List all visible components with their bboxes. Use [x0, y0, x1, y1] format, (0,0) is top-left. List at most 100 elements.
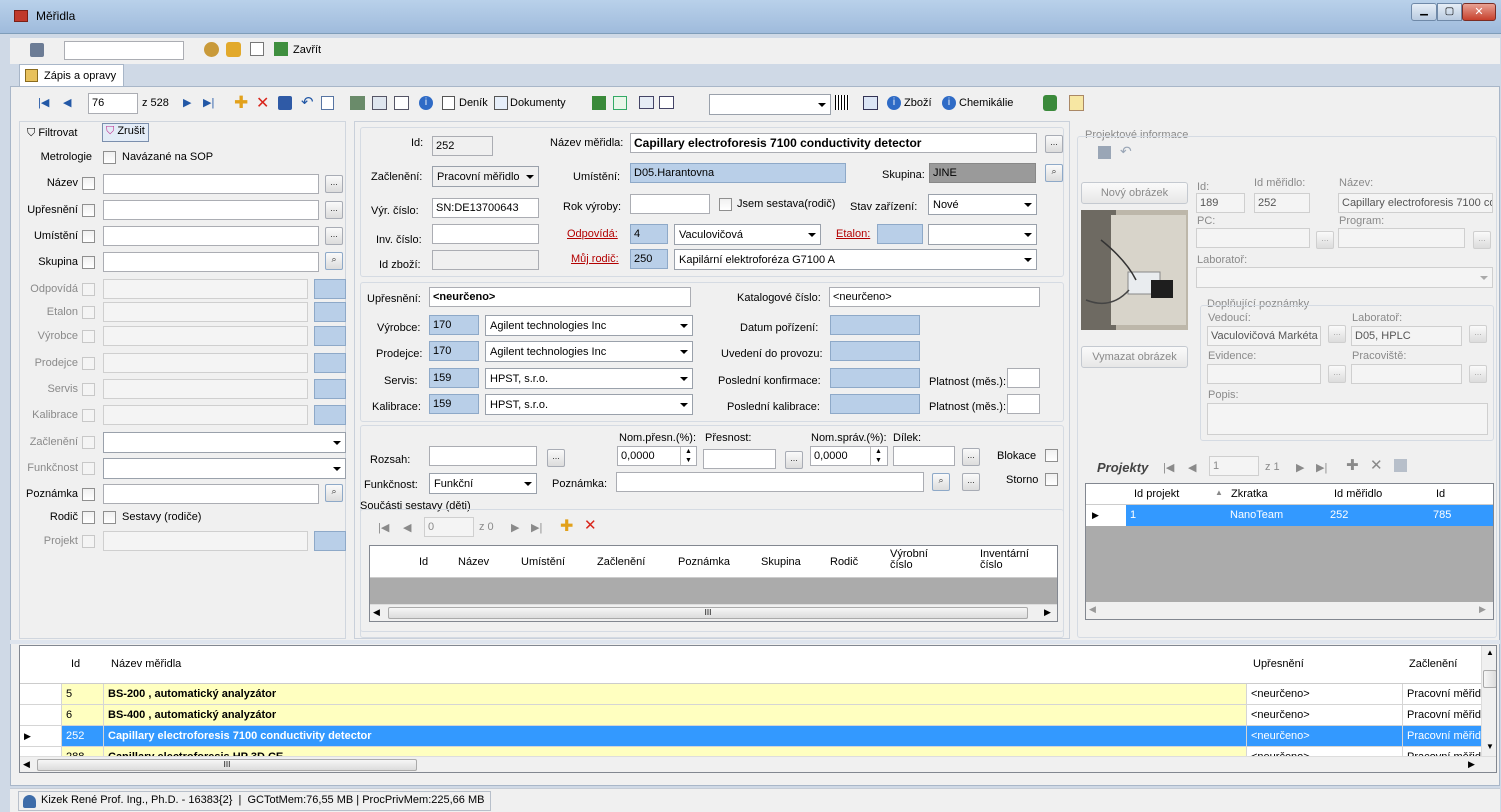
report-icon[interactable]: [1069, 95, 1084, 111]
documents-button[interactable]: Dokumenty: [510, 97, 566, 109]
toolbar-combo[interactable]: [709, 94, 831, 115]
funkcnost-select[interactable]: Funkční: [429, 473, 537, 494]
platnost1-input[interactable]: [1007, 368, 1040, 388]
window-icon[interactable]: [639, 96, 654, 109]
chart-icon[interactable]: [592, 96, 606, 110]
filter-sestavy-checkbox[interactable]: [103, 511, 116, 524]
filter-rodic-checkbox[interactable]: [82, 511, 95, 524]
soucasti-hscroll[interactable]: ◀ III ▶: [370, 604, 1057, 621]
cancel-filter-button[interactable]: ⛉ Zrušit: [102, 123, 149, 142]
soucasti-col-zacleneni[interactable]: Začlenění: [597, 556, 645, 568]
soucasti-scroll-thumb[interactable]: III: [388, 607, 1028, 619]
filter-kalibrace-input[interactable]: [103, 405, 308, 425]
users-icon[interactable]: [226, 42, 241, 57]
grid-view-icon[interactable]: [350, 96, 365, 110]
filter-etalon-pick[interactable]: [314, 302, 346, 322]
soucasti-next-icon[interactable]: ▶: [511, 521, 519, 534]
proj-laborator-select[interactable]: [1196, 267, 1493, 288]
filter-skupina-select-button[interactable]: ⌕: [325, 252, 343, 270]
filter-servis-input[interactable]: [103, 379, 308, 399]
filter-vyrobce-pick[interactable]: [314, 326, 346, 346]
filter-poznamka-select-button[interactable]: ⌕: [325, 484, 343, 502]
projekty-col-id[interactable]: Id: [1436, 488, 1445, 500]
projekty-position-input[interactable]: 1: [1209, 456, 1259, 476]
uvedeni-field[interactable]: [830, 341, 920, 361]
vyrobce-select[interactable]: Agilent technologies Inc: [485, 315, 693, 336]
refresh-icon[interactable]: [250, 42, 264, 56]
main-hscroll-thumb[interactable]: III: [37, 759, 417, 771]
rodic-select[interactable]: Kapilární elektroforéza G7100 A: [674, 249, 1037, 270]
delete-icon[interactable]: ✕: [256, 93, 269, 113]
dilek-input[interactable]: [893, 446, 955, 466]
tab-zapis[interactable]: Zápis a opravy: [19, 64, 124, 86]
poznamka-select-button[interactable]: ⌕: [932, 473, 950, 491]
filter-nazev-checkbox[interactable]: [82, 177, 95, 190]
odpovida-link[interactable]: Odpovídá:: [567, 228, 618, 240]
toolbar-search-input[interactable]: [64, 41, 184, 60]
filter-projekt-input[interactable]: [103, 531, 308, 551]
main-scroll-left-icon[interactable]: ◀: [23, 759, 30, 770]
main-scroll-up-icon[interactable]: ▲: [1486, 648, 1494, 657]
main-scroll-thumb[interactable]: [1483, 670, 1496, 688]
proj-pracoviste-browse-button[interactable]: ...: [1469, 365, 1487, 383]
soucasti-col-poznamka[interactable]: Poznámka: [678, 556, 730, 568]
nompresn-spin-icon[interactable]: ▲ ▼: [680, 447, 696, 465]
projekty-last-icon[interactable]: ▶|: [1316, 461, 1327, 474]
filter-odpovida-pick[interactable]: [314, 279, 346, 299]
main-scroll-right-icon[interactable]: ▶: [1468, 759, 1475, 770]
filter-vyrobce-input[interactable]: [103, 326, 308, 346]
minimize-button[interactable]: ▁: [1411, 3, 1437, 21]
proj-evidence-browse-button[interactable]: ...: [1328, 365, 1346, 383]
soucasti-col-invcislo[interactable]: Inventární číslo: [980, 549, 1040, 571]
filter-funkcnost-checkbox[interactable]: [82, 462, 95, 475]
odpovida-id-field[interactable]: 4: [630, 224, 668, 244]
soucasti-first-icon[interactable]: |◀: [378, 521, 389, 534]
filter-upresneni-checkbox[interactable]: [82, 204, 95, 217]
project-undo-icon[interactable]: ↶: [1120, 143, 1132, 160]
projekty-row-selected[interactable]: ▶ 1 NanoTeam 252 785: [1086, 505, 1493, 526]
main-hscroll[interactable]: ◀ III ▶: [20, 756, 1496, 772]
rozsah-input[interactable]: [429, 446, 537, 466]
filter-nazev-input[interactable]: [103, 174, 319, 194]
stav-select[interactable]: Nové: [928, 194, 1037, 215]
main-col-zacleneni[interactable]: Začlenění: [1409, 658, 1457, 670]
filter-servis-pick[interactable]: [314, 379, 346, 399]
umisteni-field[interactable]: D05.Harantovna: [630, 163, 846, 183]
barcode-icon[interactable]: [835, 95, 849, 110]
filter-umisteni-input[interactable]: [103, 226, 319, 246]
rodic-link[interactable]: Můj rodič:: [571, 253, 619, 265]
servis-id-field[interactable]: 159: [429, 368, 479, 388]
close-label[interactable]: Zavřít: [293, 44, 321, 56]
filter-projekt-checkbox[interactable]: [82, 535, 95, 548]
prev-record-icon[interactable]: ◀: [63, 96, 71, 109]
poslkal-field[interactable]: [830, 394, 920, 414]
filter-skupina-checkbox[interactable]: [82, 256, 95, 269]
rodic-id-field[interactable]: 250: [630, 249, 668, 269]
proj-laborator2-browse-button[interactable]: ...: [1469, 325, 1487, 343]
filter-prodejce-input[interactable]: [103, 353, 308, 373]
nomsprav-spin-icon[interactable]: ▲ ▼: [870, 447, 886, 465]
zacleneni-select[interactable]: Pracovní měřidlo: [432, 166, 539, 187]
soucasti-col-rodic[interactable]: Rodič: [830, 556, 858, 568]
chemicals-info-icon[interactable]: i: [942, 96, 956, 110]
proj-program-browse-button[interactable]: ...: [1473, 231, 1491, 249]
projekty-col-idprojekt[interactable]: Id projekt: [1134, 488, 1179, 500]
vyrobce-id-field[interactable]: 170: [429, 315, 479, 335]
rok-input[interactable]: [630, 194, 710, 214]
filter-upresneni-input[interactable]: [103, 200, 319, 220]
main-scroll-down-icon[interactable]: ▼: [1486, 742, 1494, 751]
filter-etalon-input[interactable]: [103, 302, 308, 322]
poznamka-browse-button[interactable]: ...: [962, 473, 980, 491]
add-icon[interactable]: ✚: [234, 93, 248, 113]
filter-projekt-pick[interactable]: [314, 531, 346, 551]
last-record-icon[interactable]: ▶|: [203, 96, 214, 109]
prodejce-select[interactable]: Agilent technologies Inc: [485, 341, 693, 362]
projekty-hscroll[interactable]: ◀ ▶: [1086, 602, 1493, 619]
filter-prodejce-pick[interactable]: [314, 353, 346, 373]
inv-input[interactable]: [432, 224, 539, 244]
filter-funkcnost-select[interactable]: [103, 458, 346, 479]
soucasti-add-icon[interactable]: ✚: [560, 516, 573, 536]
vyr-cislo-input[interactable]: SN:DE13700643: [432, 198, 539, 218]
soucasti-scroll-left-icon[interactable]: ◀: [373, 607, 380, 618]
dilek-browse-button[interactable]: ...: [962, 448, 980, 466]
